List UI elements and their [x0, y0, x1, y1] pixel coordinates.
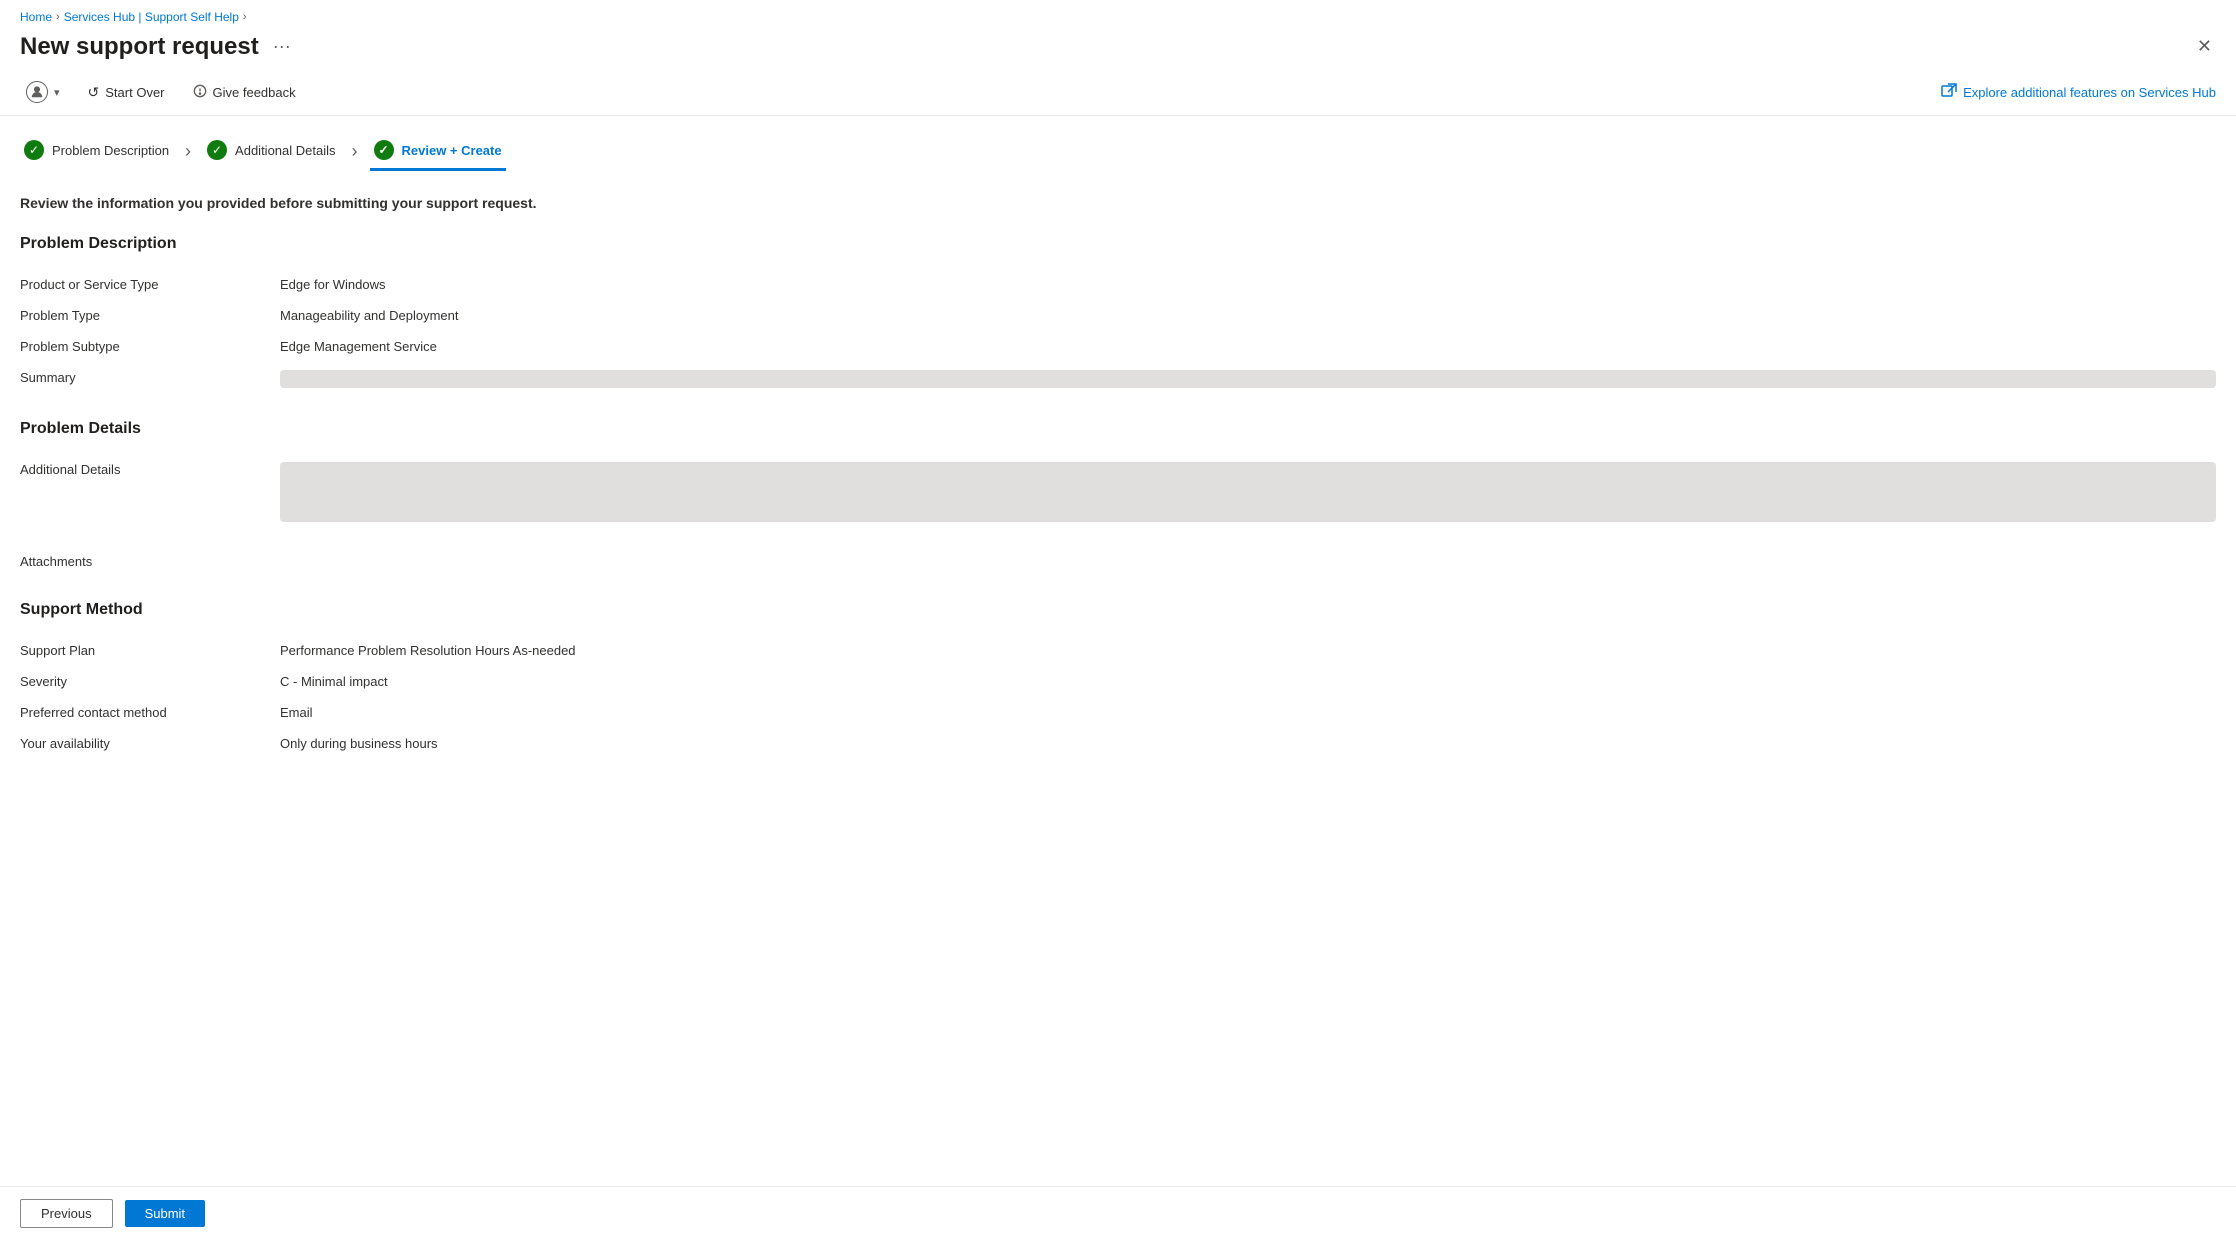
explore-label: Explore additional features on Services … [1963, 85, 2216, 100]
problem-subtype-row: Problem Subtype Edge Management Service [20, 331, 2216, 362]
step-problem-description[interactable]: ✓ Problem Description [20, 132, 173, 171]
give-feedback-label: Give feedback [213, 85, 296, 100]
preferred-contact-value: Email [280, 705, 2216, 720]
your-availability-row: Your availability Only during business h… [20, 728, 2216, 759]
header-left: New support request ··· [20, 33, 297, 61]
explore-icon [1941, 83, 1957, 102]
previous-button[interactable]: Previous [20, 1199, 113, 1228]
toolbar: ▾ ↺ Start Over Give feedback Explore add… [0, 69, 2236, 116]
problem-description-title: Problem Description [20, 235, 2216, 253]
page-title: New support request [20, 33, 259, 61]
summary-label: Summary [20, 370, 280, 385]
summary-row: Summary [20, 362, 2216, 396]
severity-value: C - Minimal impact [280, 674, 2216, 689]
attachments-row: Attachments [20, 546, 2216, 577]
step-label-1: Problem Description [52, 143, 169, 158]
problem-type-row: Problem Type Manageability and Deploymen… [20, 300, 2216, 331]
product-service-value: Edge for Windows [280, 277, 2216, 292]
summary-value [280, 370, 2216, 388]
breadcrumb-home[interactable]: Home [20, 10, 52, 24]
problem-type-value: Manageability and Deployment [280, 308, 2216, 323]
severity-label: Severity [20, 674, 280, 689]
product-service-row: Product or Service Type Edge for Windows [20, 269, 2216, 300]
your-availability-label: Your availability [20, 736, 280, 751]
problem-type-label: Problem Type [20, 308, 280, 323]
problem-subtype-value: Edge Management Service [280, 339, 2216, 354]
page-wrapper: Home › Services Hub | Support Self Help … [0, 0, 2236, 1240]
start-over-label: Start Over [105, 85, 164, 100]
breadcrumb: Home › Services Hub | Support Self Help … [0, 0, 2236, 28]
close-button[interactable]: ✕ [2193, 32, 2216, 61]
more-options-button[interactable]: ··· [267, 34, 297, 59]
additional-details-label: Additional Details [20, 462, 280, 477]
support-plan-value: Performance Problem Resolution Hours As-… [280, 643, 2216, 658]
step-separator-1: › [185, 141, 191, 162]
page-footer: Previous Submit [0, 1186, 2236, 1240]
preferred-contact-label: Preferred contact method [20, 705, 280, 720]
additional-details-value [280, 462, 2216, 522]
problem-subtype-label: Problem Subtype [20, 339, 280, 354]
breadcrumb-sep-1: › [56, 11, 60, 23]
feedback-icon [193, 84, 207, 101]
user-icon [26, 81, 48, 103]
problem-details-section: Problem Details Additional Details Attac… [20, 420, 2216, 577]
step-check-2: ✓ [207, 140, 227, 160]
breadcrumb-sep-2: › [243, 11, 247, 23]
step-check-1: ✓ [24, 140, 44, 160]
step-check-3: ✓ [374, 140, 394, 160]
user-menu-button[interactable]: ▾ [20, 77, 66, 107]
step-review-create[interactable]: ✓ Review + Create [370, 132, 506, 171]
your-availability-value: Only during business hours [280, 736, 2216, 751]
explore-link[interactable]: Explore additional features on Services … [1941, 83, 2216, 102]
support-method-section: Support Method Support Plan Performance … [20, 601, 2216, 759]
support-plan-label: Support Plan [20, 643, 280, 658]
step-label-2: Additional Details [235, 143, 335, 158]
breadcrumb-services-hub[interactable]: Services Hub | Support Self Help [64, 10, 239, 24]
product-service-label: Product or Service Type [20, 277, 280, 292]
support-plan-row: Support Plan Performance Problem Resolut… [20, 635, 2216, 666]
support-method-title: Support Method [20, 601, 2216, 619]
toolbar-left: ▾ ↺ Start Over Give feedback [20, 77, 302, 107]
step-label-3: Review + Create [402, 143, 502, 158]
step-additional-details[interactable]: ✓ Additional Details [203, 132, 339, 171]
attachments-label: Attachments [20, 554, 280, 569]
preferred-contact-row: Preferred contact method Email [20, 697, 2216, 728]
steps-bar: ✓ Problem Description › ✓ Additional Det… [0, 116, 2236, 171]
severity-row: Severity C - Minimal impact [20, 666, 2216, 697]
start-over-button[interactable]: ↺ Start Over [82, 80, 171, 105]
chevron-down-icon: ▾ [54, 86, 60, 99]
review-intro: Review the information you provided befo… [20, 195, 2216, 211]
give-feedback-button[interactable]: Give feedback [187, 80, 302, 105]
additional-details-row: Additional Details [20, 454, 2216, 530]
refresh-icon: ↺ [88, 84, 100, 101]
problem-details-title: Problem Details [20, 420, 2216, 438]
page-header: New support request ··· ✕ [0, 28, 2236, 69]
content-area: Review the information you provided befo… [0, 171, 2236, 1240]
step-separator-2: › [352, 141, 358, 162]
submit-button[interactable]: Submit [125, 1200, 205, 1227]
problem-description-section: Problem Description Product or Service T… [20, 235, 2216, 396]
